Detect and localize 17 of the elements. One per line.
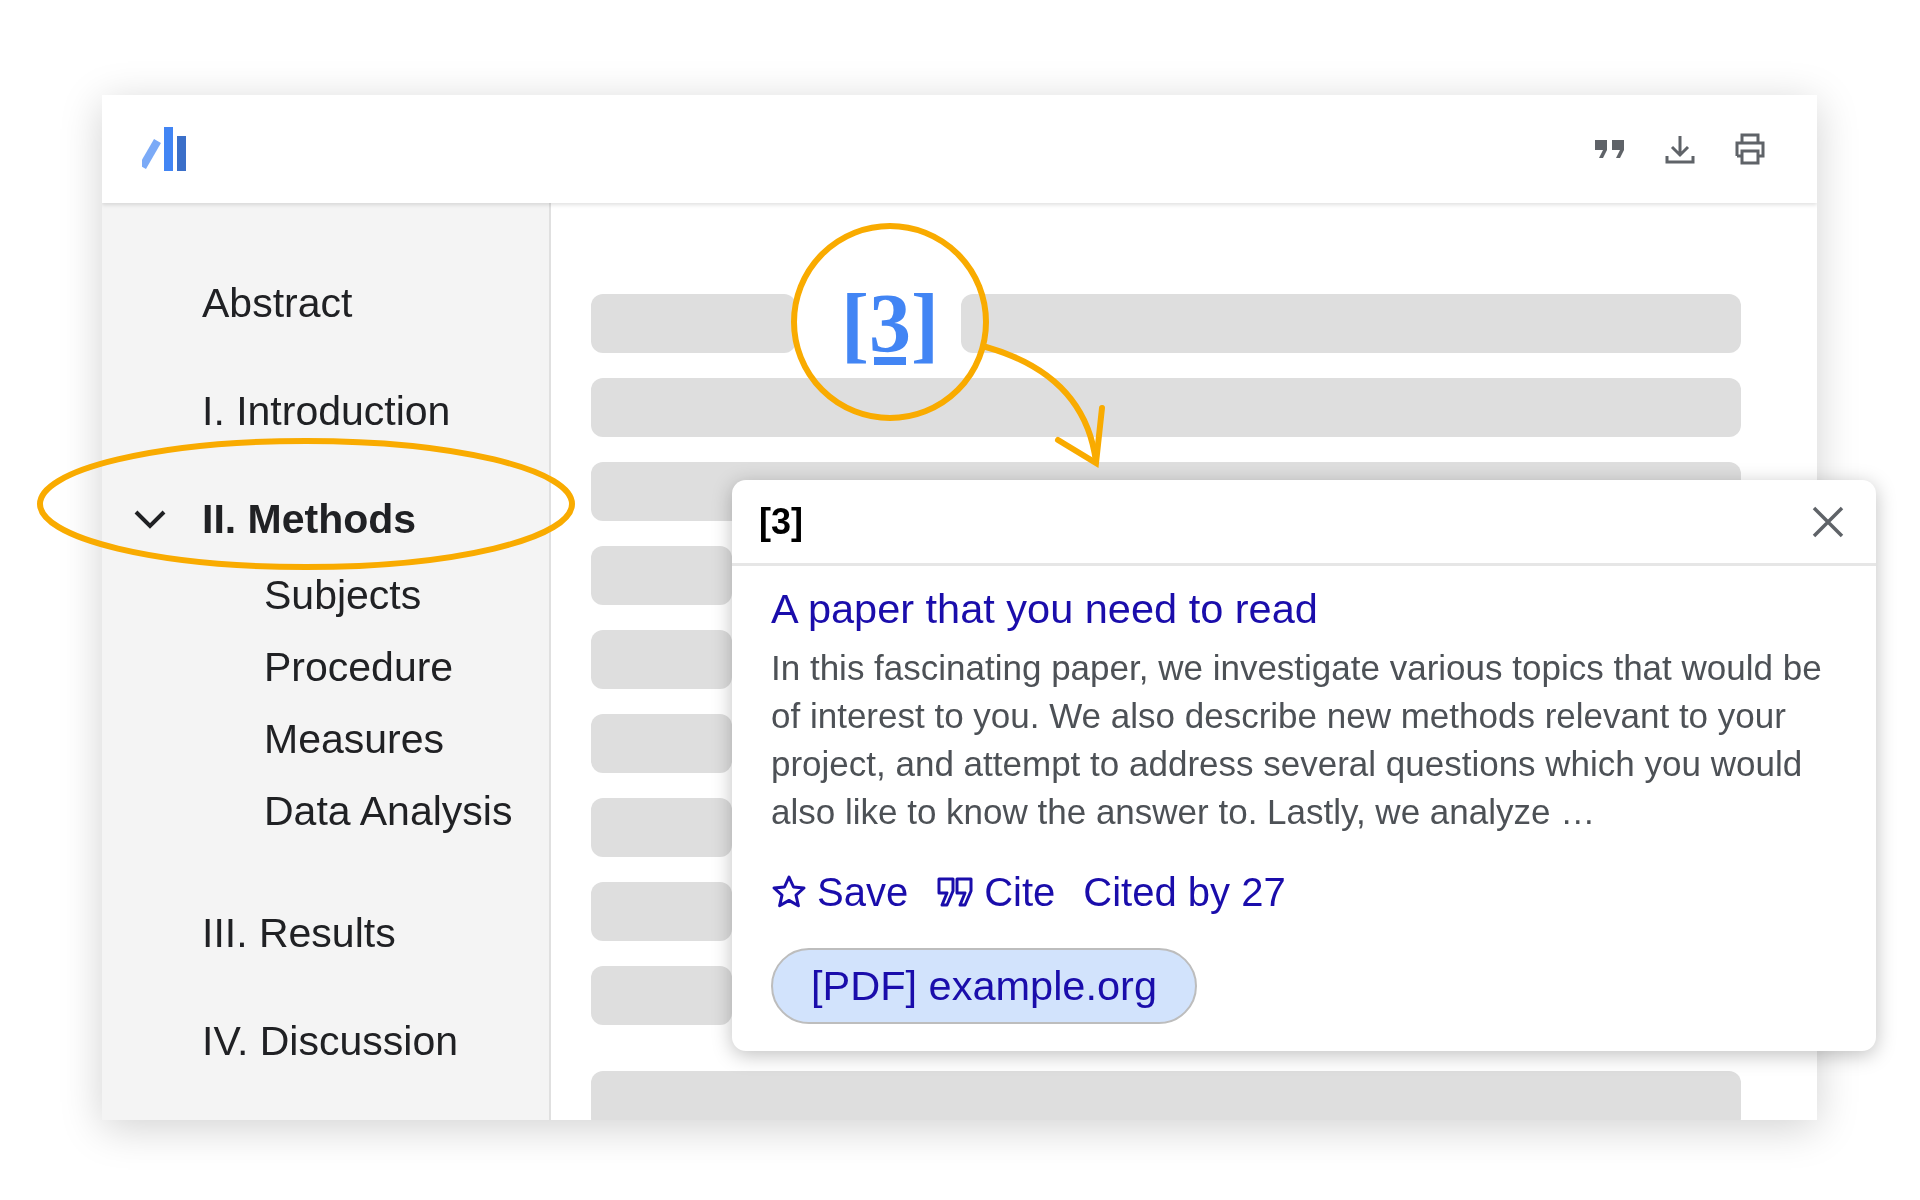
outline-item[interactable]: I. Introduction [202, 381, 451, 443]
paper-snippet: In this fascinating paper, we investigate various topics that would be of interest to you. We also describe new methods relevant to your project, and attempt to address several questions which you would also like to know the answer to. Lastly, we analyze … [771, 646, 1823, 833]
outline-item[interactable]: Abstract [202, 273, 353, 335]
outline-item[interactable]: IV. Discussion [202, 1011, 458, 1073]
outline-subitem[interactable]: Data Analysis [264, 781, 513, 843]
action-link[interactable]: Cited by 27 [1083, 861, 1286, 922]
paper-title-link[interactable]: A paper that you need to read [771, 584, 1318, 634]
outline-subitem[interactable]: Measures [264, 709, 444, 771]
popup-title: [3] [759, 499, 803, 544]
outline-subitem[interactable]: Subjects [264, 565, 422, 627]
outline-item[interactable]: III. Results [202, 903, 396, 965]
pdf-link[interactable]: [PDF] example.org [771, 947, 1197, 1024]
citation-link[interactable]: [3] [841, 281, 939, 366]
action-link[interactable]: Cite [936, 861, 1056, 922]
action-link[interactable]: Save [771, 861, 909, 922]
outline-item[interactable]: II. Methods [202, 489, 417, 551]
outline-subitem[interactable]: Procedure [264, 637, 454, 699]
